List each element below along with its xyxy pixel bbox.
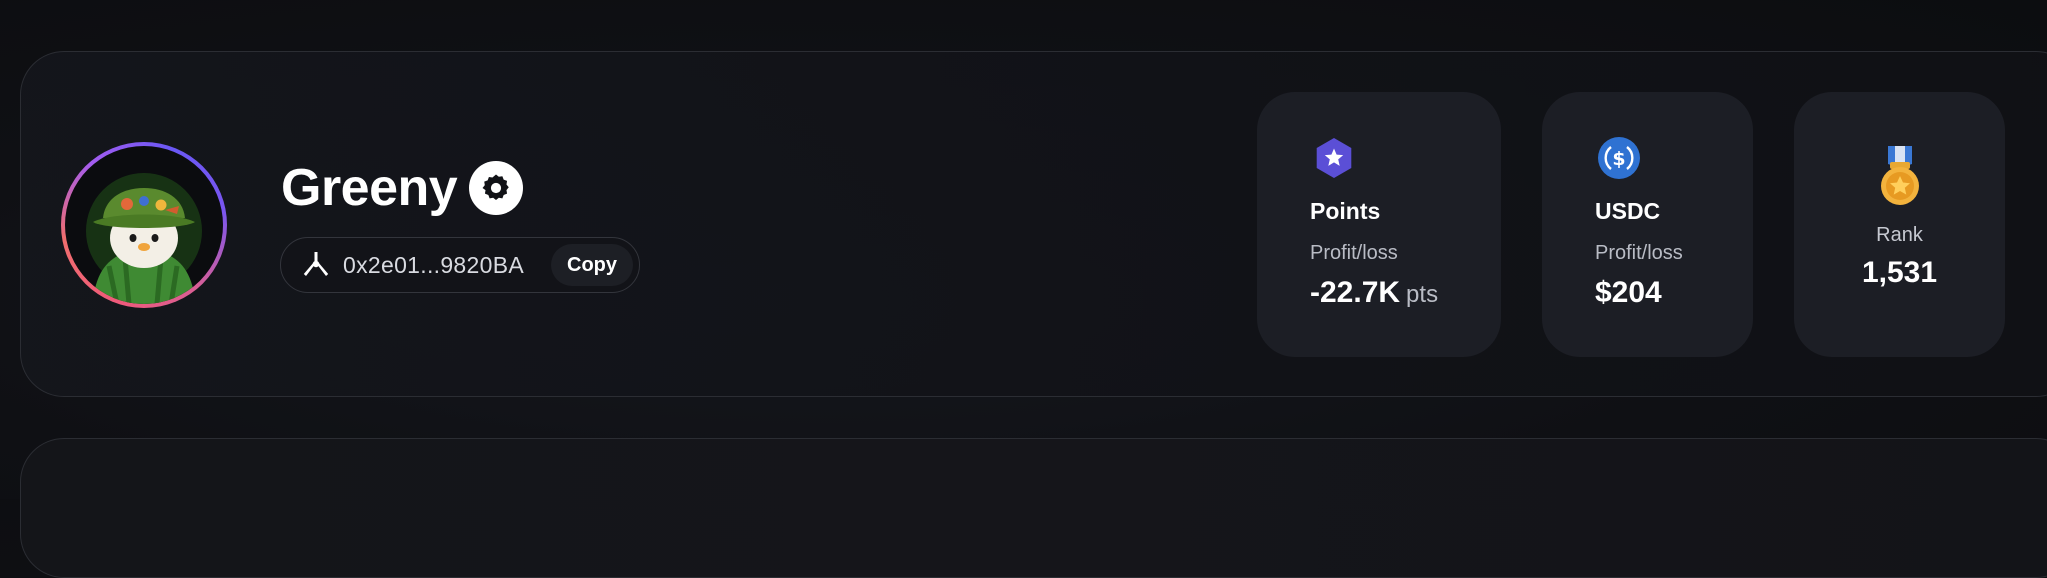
- usdc-coin-icon: $: [1598, 137, 1640, 179]
- usdc-stat-card: $ USDC Profit/loss $204: [1542, 92, 1753, 357]
- wallet-address: 0x2e01...9820BA: [343, 251, 524, 278]
- gear-icon: [482, 174, 509, 201]
- copy-address-button[interactable]: Copy: [551, 244, 633, 286]
- usdc-value: $204: [1595, 276, 1662, 309]
- username: Greeny: [281, 159, 458, 217]
- gold-medal-icon: [1881, 146, 1919, 205]
- points-value: -22.7K pts: [1310, 276, 1438, 310]
- avatar: [61, 142, 227, 308]
- svg-text:$: $: [1612, 148, 1625, 170]
- penguin-avatar-icon: [65, 146, 223, 304]
- points-title: Points: [1310, 198, 1381, 224]
- usdc-subtitle: Profit/loss: [1595, 242, 1683, 264]
- points-unit: pts: [1406, 281, 1439, 308]
- usdc-title: USDC: [1595, 198, 1661, 224]
- points-subtitle: Profit/loss: [1310, 242, 1398, 264]
- rank-stat-card: Rank 1,531: [1794, 92, 2005, 357]
- secondary-card: [20, 438, 2047, 578]
- profile-settings-button[interactable]: [469, 161, 523, 215]
- points-amount: -22.7K: [1310, 276, 1401, 309]
- points-stat-card: Points Profit/loss -22.7K pts: [1257, 92, 1501, 357]
- wallet-address-pill: 0x2e01...9820BA Copy: [280, 237, 640, 293]
- hexagon-star-icon: [1316, 138, 1352, 178]
- tri-spoke-wallet-icon: [299, 248, 333, 282]
- rank-value: 1,531: [1861, 256, 1938, 289]
- rank-label: Rank: [1876, 224, 1923, 246]
